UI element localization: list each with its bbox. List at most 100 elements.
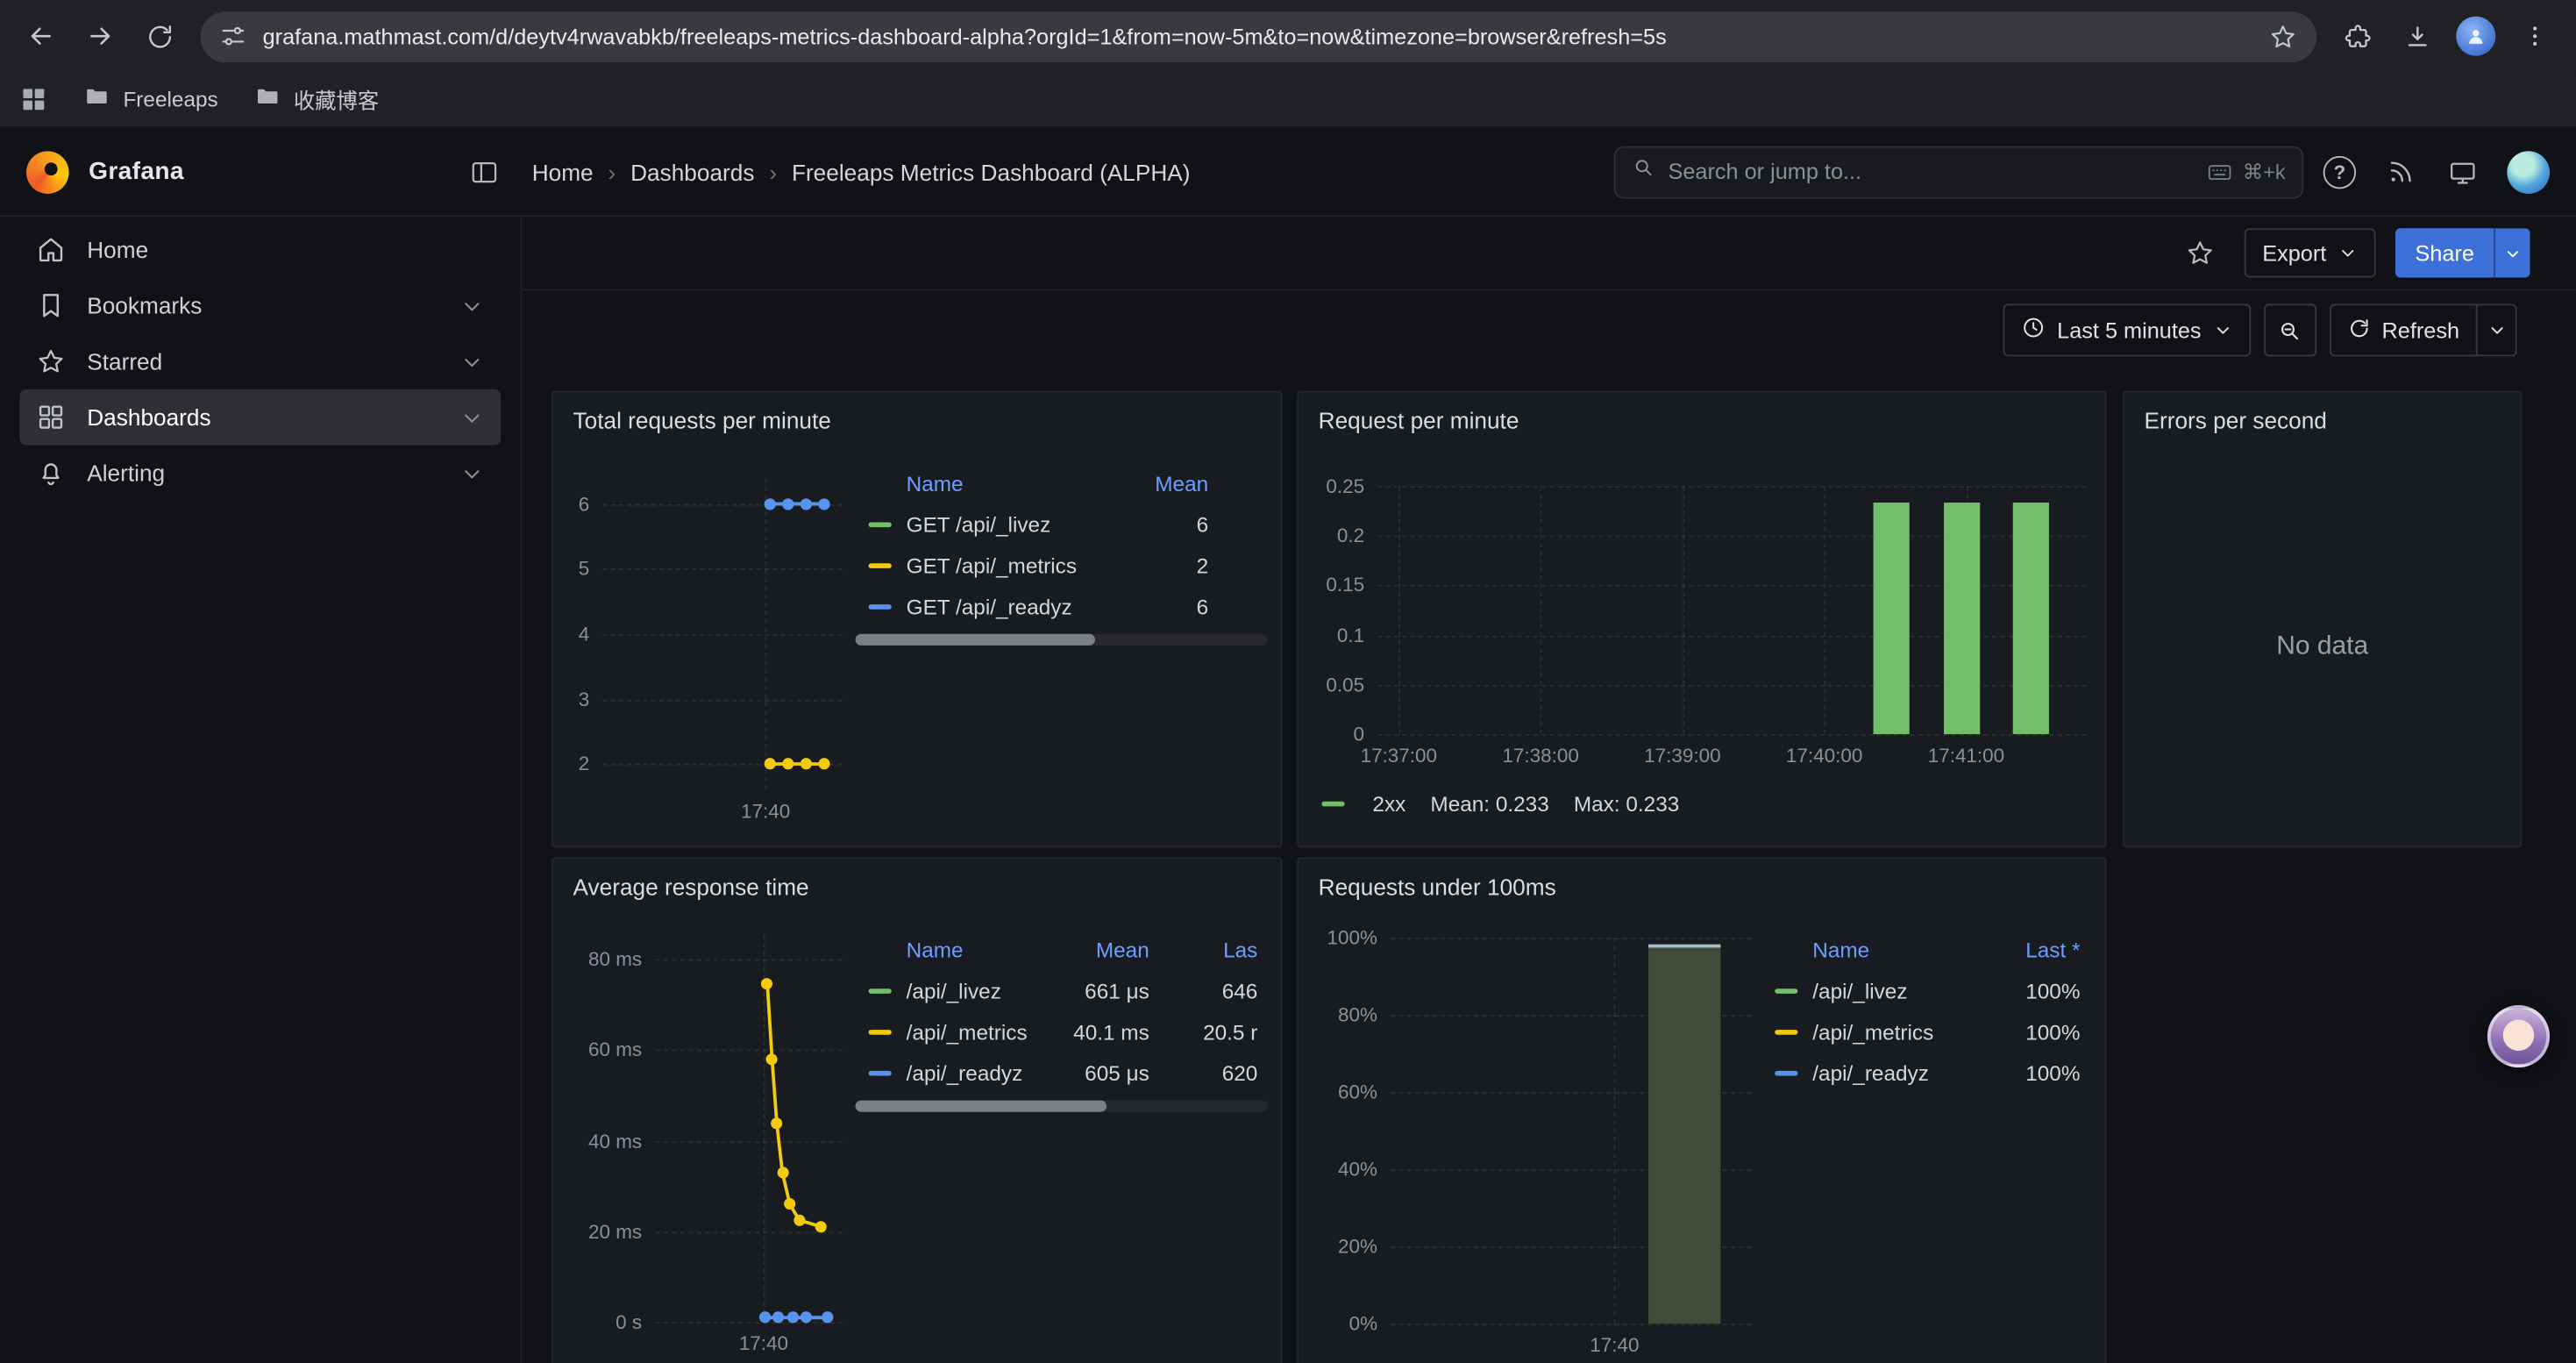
y-tick-label: 0.25	[1299, 476, 1364, 496]
sidebar-item-dashboards[interactable]: Dashboards	[19, 389, 501, 446]
toggle-sidebar-icon[interactable]	[459, 147, 509, 196]
bar-series-segment	[2013, 503, 2049, 735]
breadcrumb-separator: ›	[754, 159, 791, 185]
legend-row[interactable]: /api/_livez100%	[1761, 971, 2104, 1012]
zoom-out-button[interactable]	[2264, 303, 2316, 356]
sidebar-item-bookmarks[interactable]: Bookmarks	[19, 277, 501, 333]
screen: Freeleaps 收藏博客 Grafana Home › Dashboards…	[0, 0, 2576, 1363]
sidebar-item-starred[interactable]: Starred	[19, 333, 501, 389]
chevron-down-icon[interactable]	[459, 460, 484, 485]
legend-series-name[interactable]: /api/_readyz	[907, 1061, 1035, 1086]
kiosk-monitor-icon[interactable]	[2438, 147, 2487, 196]
help-icon[interactable]: ?	[2323, 155, 2356, 188]
legend-column-header[interactable]: Last *	[1975, 937, 2081, 961]
series-point	[760, 1312, 772, 1324]
extensions-icon[interactable]	[2330, 8, 2386, 64]
legend-header: NameMean	[856, 461, 1281, 504]
legend-series-name[interactable]: /api/_livez	[1812, 979, 1975, 1003]
legend-column-header[interactable]: Las	[1149, 937, 1258, 961]
legend-row[interactable]: GET /api/_readyz6	[856, 586, 1281, 627]
chevron-down-icon	[2213, 320, 2232, 339]
keyboard-icon	[2207, 159, 2233, 185]
legend-column-header[interactable]: Name	[907, 937, 1035, 961]
apps-grid-icon[interactable]	[19, 85, 47, 113]
legend-row[interactable]: GET /api/_metrics2	[856, 546, 1281, 587]
search-input[interactable]	[1668, 160, 2193, 184]
panel-title[interactable]: Request per minute	[1299, 393, 2104, 449]
panel-title[interactable]: Requests under 100ms	[1299, 859, 2104, 915]
export-button[interactable]: Export	[2245, 228, 2376, 277]
sidebar-item-home[interactable]: Home	[19, 222, 501, 278]
share-button[interactable]: Share	[2395, 228, 2494, 277]
panel-request-per-minute: Request per minute 0.250.20.150.10.05017…	[1297, 391, 2106, 848]
panel-title[interactable]: Errors per second	[2124, 393, 2520, 449]
share-caret-button[interactable]	[2494, 228, 2530, 277]
breadcrumb-home[interactable]: Home	[532, 159, 594, 185]
y-tick-label: 60%	[1299, 1082, 1377, 1102]
y-tick-label: 5	[553, 559, 589, 578]
chart-total-requests: 6543217:40	[553, 448, 856, 846]
bookmark-blog[interactable]: 收藏博客	[254, 83, 379, 115]
time-range-picker[interactable]: Last 5 minutes	[2003, 303, 2250, 356]
news-rss-icon[interactable]	[2376, 147, 2425, 196]
url-input[interactable]	[263, 24, 2253, 48]
legend-row[interactable]: /api/_readyz100%	[1761, 1053, 2104, 1094]
address-bar[interactable]	[200, 11, 2316, 61]
bar-series-segment	[1944, 503, 1980, 735]
legend-series-name[interactable]: GET /api/_readyz	[907, 595, 1110, 619]
y-tick-label: 6	[553, 494, 589, 513]
legend-series-name[interactable]: /api/_metrics	[1812, 1020, 1975, 1045]
legend-column-header[interactable]: Name	[1812, 937, 1975, 961]
refresh-button[interactable]: Refresh	[2330, 303, 2478, 356]
x-tick-label: 17:40	[739, 1333, 788, 1352]
menu-kebab-icon[interactable]	[2507, 8, 2563, 64]
refresh-interval-caret[interactable]	[2478, 303, 2517, 356]
legend-column-header[interactable]: Mean	[1035, 937, 1149, 961]
sidebar-item-alerting[interactable]: Alerting	[19, 445, 501, 501]
series-color-dash	[869, 522, 892, 527]
legend-row[interactable]: GET /api/_livez6	[856, 504, 1281, 546]
legend-series-name[interactable]: GET /api/_livez	[907, 512, 1110, 537]
site-settings-icon[interactable]	[220, 23, 246, 49]
scrollbar-thumb[interactable]	[856, 634, 1095, 646]
forward-button[interactable]	[72, 8, 128, 64]
legend-scrollbar[interactable]	[856, 1101, 1268, 1112]
search-box[interactable]: ⌘+k	[1614, 146, 2303, 198]
reload-button[interactable]	[132, 8, 188, 64]
chevron-down-icon[interactable]	[459, 405, 484, 430]
y-tick-label: 80%	[1299, 1005, 1377, 1024]
legend-row[interactable]: /api/_livez661 μs646	[856, 971, 1281, 1012]
chevron-down-icon[interactable]	[459, 293, 484, 318]
grafana-logo[interactable]	[26, 150, 69, 193]
panel-title[interactable]: Total requests per minute	[553, 393, 1281, 449]
x-tick-label: 17:40	[741, 802, 790, 821]
downloads-icon[interactable]	[2389, 8, 2445, 64]
legend-row[interactable]: /api/_metrics100%	[1761, 1011, 2104, 1053]
breadcrumb-dashboards[interactable]: Dashboards	[630, 159, 754, 185]
legend-row[interactable]: /api/_readyz605 μs620	[856, 1053, 1281, 1094]
legend-series-value: 100%	[1975, 1020, 2081, 1045]
legend-row[interactable]: /api/_metrics40.1 ms20.5 r	[856, 1011, 1281, 1053]
user-avatar[interactable]	[2507, 150, 2550, 193]
legend-column-header[interactable]: Name	[907, 470, 1110, 495]
profile-avatar[interactable]	[2456, 17, 2495, 56]
favorite-star-icon[interactable]	[2175, 228, 2224, 277]
legend-series-name[interactable]: /api/_readyz	[1812, 1061, 1975, 1086]
assistant-avatar[interactable]	[2487, 1005, 2550, 1067]
legend-series-name[interactable]: /api/_livez	[907, 979, 1035, 1003]
series-color-dash	[1775, 1030, 1797, 1035]
legend-series-name[interactable]: /api/_metrics	[907, 1020, 1035, 1045]
legend-column-header[interactable]: Mean	[1110, 470, 1208, 495]
x-tick-label: 17:41:00	[1928, 746, 2004, 765]
legend-series-value: 620	[1149, 1061, 1258, 1086]
legend-2xx[interactable]: 2xx Mean: 0.233 Max: 0.233	[1321, 792, 1679, 817]
series-point	[783, 498, 794, 510]
panel-title[interactable]: Average response time	[553, 859, 1281, 915]
bookmark-star-icon[interactable]	[2269, 22, 2297, 50]
chevron-down-icon[interactable]	[459, 349, 484, 374]
legend-series-name[interactable]: GET /api/_metrics	[907, 553, 1110, 578]
scrollbar-thumb[interactable]	[856, 1101, 1107, 1112]
bookmark-freeleaps[interactable]: Freeleaps	[83, 83, 217, 115]
back-button[interactable]	[13, 8, 69, 64]
legend-scrollbar[interactable]	[856, 634, 1268, 646]
